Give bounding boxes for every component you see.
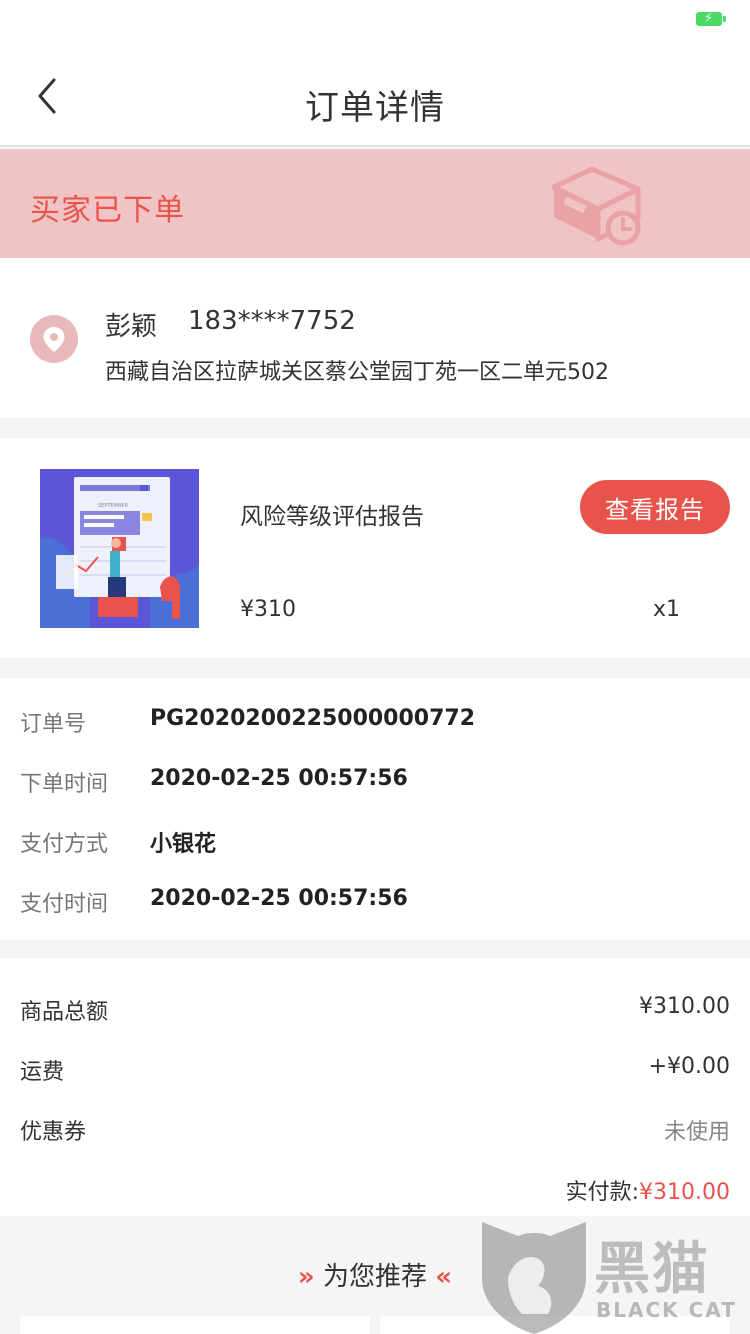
product-thumbnail[interactable]: SEPTEMBER [40, 469, 199, 628]
order-number-row: 订单号 PG2020200225000000772 [0, 706, 750, 746]
goods-total-label: 商品总额 [20, 1000, 109, 1025]
watermark-text: 黑猫 [594, 1237, 710, 1302]
status-bar: ⚡ [0, 0, 750, 40]
payment-time-row: 支付时间 2020-02-25 00:57:56 [0, 886, 750, 926]
payment-method-row: 支付方式 小银花 [0, 826, 750, 866]
view-report-button[interactable]: 查看报告 [580, 480, 730, 534]
goods-total-row: 商品总额 ¥310.00 [0, 994, 750, 1034]
double-chevron-right-icon: » [297, 1262, 315, 1292]
recipient-address: 西藏自治区拉萨城关区蔡公堂园丁苑一区二单元502 [105, 360, 609, 385]
payment-method-value: 小银花 [150, 832, 217, 857]
coupon-value: 未使用 [663, 1120, 730, 1145]
paid-label: 实付款: [565, 1180, 640, 1205]
order-status-text: 买家已下单 [30, 193, 185, 228]
package-icon [548, 161, 644, 251]
product-price: ¥310 [240, 597, 296, 622]
payment-time-value: 2020-02-25 00:57:56 [150, 886, 408, 911]
order-status-banner: 买家已下单 [0, 149, 750, 258]
recipient-name: 彭颖 [105, 312, 158, 342]
watermark-sub: BLACK CAT [596, 1298, 737, 1322]
product-quantity: x1 [652, 597, 680, 622]
shipping-row: 运费 +¥0.00 [0, 1054, 750, 1094]
shipping-label: 运费 [20, 1060, 65, 1085]
order-time-row: 下单时间 2020-02-25 00:57:56 [0, 766, 750, 806]
battery-icon: ⚡ [696, 11, 726, 26]
coupon-label: 优惠券 [20, 1120, 87, 1145]
location-pin-icon [30, 315, 78, 363]
goods-total-value: ¥310.00 [639, 994, 730, 1019]
payment-time-label: 支付时间 [20, 892, 109, 917]
recipient-phone: 183****7752 [188, 306, 356, 336]
page-title: 订单详情 [305, 88, 445, 128]
watermark: 黑猫 BLACK CAT [478, 1218, 750, 1334]
product-card: SEPTEMBER 风险等级评估报告 查看报告 ¥310 x1 [0, 438, 750, 658]
order-number-label: 订单号 [20, 712, 87, 737]
paid-value: ¥310.00 [639, 1180, 730, 1205]
cat-shield-icon [482, 1222, 586, 1334]
paid-amount: 实付款:¥310.00 [566, 1174, 730, 1206]
recommend-title: 为您推荐 [322, 1262, 427, 1292]
payment-method-label: 支付方式 [20, 832, 109, 857]
order-number-value: PG2020200225000000772 [150, 706, 476, 731]
nav-bar: 订单详情 [0, 40, 750, 147]
order-time-value: 2020-02-25 00:57:56 [150, 766, 408, 791]
product-name: 风险等级评估报告 [240, 504, 424, 530]
order-time-label: 下单时间 [20, 772, 109, 797]
thumb-caption: SEPTEMBER [98, 503, 128, 509]
address-section[interactable]: 彭颖 183****7752 西藏自治区拉萨城关区蔡公堂园丁苑一区二单元502 [0, 258, 750, 418]
shipping-value: +¥0.00 [648, 1054, 730, 1079]
double-chevron-left-icon: « [435, 1262, 453, 1292]
recommend-card[interactable] [20, 1316, 370, 1334]
coupon-row[interactable]: 优惠券 未使用 [0, 1114, 750, 1154]
amount-section: 商品总额 ¥310.00 运费 +¥0.00 优惠券 未使用 实付款:¥310.… [0, 958, 750, 1216]
order-info-section: 订单号 PG2020200225000000772 下单时间 2020-02-2… [0, 678, 750, 940]
